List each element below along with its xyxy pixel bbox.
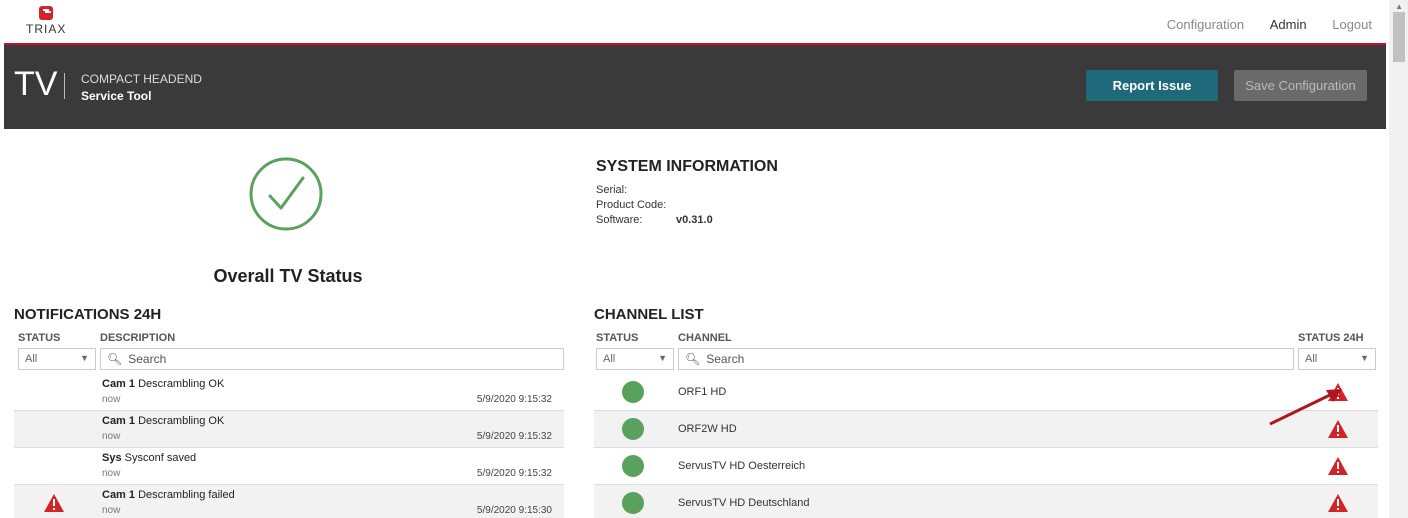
channel-row[interactable]: ServusTV HD Deutschland	[594, 485, 1378, 518]
channel-name: ServusTV HD Deutschland	[678, 497, 810, 509]
software-label: Software:	[596, 214, 643, 226]
top-nav: Configuration Admin Logout	[1145, 17, 1372, 32]
nav-configuration[interactable]: Configuration	[1167, 17, 1244, 32]
channel-name: ORF1 HD	[678, 386, 727, 398]
channel-status-ok-icon	[622, 455, 644, 477]
scroll-up-icon[interactable]: ▲	[1395, 2, 1403, 11]
notification-when: now	[102, 394, 121, 405]
channel-search-placeholder: Search	[706, 352, 745, 366]
chevron-down-icon: ▼	[80, 353, 89, 363]
triax-logo-icon	[39, 6, 53, 20]
channel-status-filter-value: All	[603, 353, 616, 365]
overall-status-label: Overall TV Status	[213, 266, 363, 286]
notification-row[interactable]: Cam 1 Descrambling failed now 5/9/2020 9…	[14, 485, 564, 518]
channel-name: ORF2W HD	[678, 423, 737, 435]
chevron-down-icon: ▼	[1360, 353, 1369, 363]
notification-when: now	[102, 505, 121, 516]
channel-status-ok-icon	[622, 492, 644, 514]
notification-timestamp: 5/9/2020 9:15:32	[476, 431, 552, 442]
channel-name: ServusTV HD Oesterreich	[678, 460, 806, 472]
channel-status24-header[interactable]: STATUS 24H	[1298, 332, 1364, 344]
notifications-search-placeholder: Search	[128, 352, 167, 366]
notifications-search-input[interactable]: 🔍︎ Search	[100, 348, 564, 370]
notification-timestamp: 5/9/2020 9:15:30	[476, 505, 552, 516]
notifications-status-header[interactable]: STATUS	[18, 332, 60, 344]
header-divider	[64, 73, 65, 99]
channel-name-header[interactable]: CHANNEL	[678, 332, 732, 344]
search-icon: 🔍︎	[107, 352, 123, 366]
top-bar: TRIAX Configuration Admin Logout	[4, 0, 1386, 45]
warning-icon[interactable]	[1328, 457, 1348, 475]
chevron-down-icon: ▼	[658, 353, 667, 363]
product-line: COMPACT HEADEND	[81, 72, 202, 86]
product-title: TV	[14, 65, 58, 103]
channel-status-ok-icon	[622, 381, 644, 403]
serial-label: Serial:	[596, 184, 628, 196]
notification-row[interactable]: Sys Sysconf saved now 5/9/2020 9:15:32	[14, 448, 564, 485]
notification-description: Cam 1 Descrambling OK	[102, 378, 225, 390]
notifications-status-filter[interactable]: All ▼	[18, 348, 96, 370]
annotation-arrow-icon	[1269, 389, 1342, 426]
product-code-row: Product Code:	[596, 199, 676, 211]
channel-status-ok-icon	[622, 418, 644, 440]
notifications-status-filter-value: All	[25, 353, 38, 365]
notification-timestamp: 5/9/2020 9:15:32	[476, 468, 552, 479]
nav-admin[interactable]: Admin	[1270, 17, 1307, 32]
channel-row[interactable]: ServusTV HD Oesterreich	[594, 448, 1378, 485]
nav-logout[interactable]: Logout	[1332, 17, 1372, 32]
software-row: Software: v0.31.0	[596, 214, 713, 226]
channel-list-title: CHANNEL LIST	[594, 306, 704, 323]
page-scrollbar[interactable]: ▲	[1389, 0, 1408, 518]
notification-description: Cam 1 Descrambling OK	[102, 415, 225, 427]
channel-status24-filter[interactable]: All ▼	[1298, 348, 1376, 370]
channel-search-input[interactable]: 🔍︎ Search	[678, 348, 1294, 370]
notification-row[interactable]: Cam 1 Descrambling OK now 5/9/2020 9:15:…	[14, 411, 564, 448]
notification-description: Sys Sysconf saved	[102, 452, 197, 464]
product-code-label: Product Code:	[596, 199, 667, 211]
notification-description: Cam 1 Descrambling failed	[102, 489, 235, 501]
triax-logo[interactable]: TRIAX	[26, 6, 66, 36]
report-issue-button[interactable]: Report Issue	[1086, 70, 1218, 101]
notification-timestamp: 5/9/2020 9:15:32	[476, 394, 552, 405]
warning-icon[interactable]	[1328, 494, 1348, 512]
search-icon: 🔍︎	[685, 352, 701, 366]
channel-status24-filter-value: All	[1305, 353, 1318, 365]
scroll-thumb[interactable]	[1393, 12, 1405, 62]
overall-status-check-icon	[249, 157, 323, 231]
channel-status-filter[interactable]: All ▼	[596, 348, 674, 370]
system-info-title: SYSTEM INFORMATION	[596, 158, 778, 175]
product-subtitle: Service Tool	[81, 89, 152, 103]
notification-row[interactable]: Cam 1 Descrambling OK now 5/9/2020 9:15:…	[14, 374, 564, 411]
channel-status-header[interactable]: STATUS	[596, 332, 638, 344]
notifications-title: NOTIFICATIONS 24H	[14, 306, 162, 323]
header-band: TV COMPACT HEADEND Service Tool Report I…	[4, 45, 1386, 129]
channel-row[interactable]: ORF1 HD	[594, 374, 1378, 411]
software-value: v0.31.0	[676, 214, 713, 226]
logo-text: TRIAX	[26, 22, 67, 36]
notification-when: now	[102, 431, 121, 442]
serial-row: Serial:	[596, 184, 676, 196]
warning-icon	[44, 494, 64, 512]
channel-row[interactable]: ORF2W HD	[594, 411, 1378, 448]
save-configuration-button[interactable]: Save Configuration	[1234, 70, 1367, 101]
notification-when: now	[102, 468, 121, 479]
notifications-description-header[interactable]: DESCRIPTION	[100, 332, 175, 344]
